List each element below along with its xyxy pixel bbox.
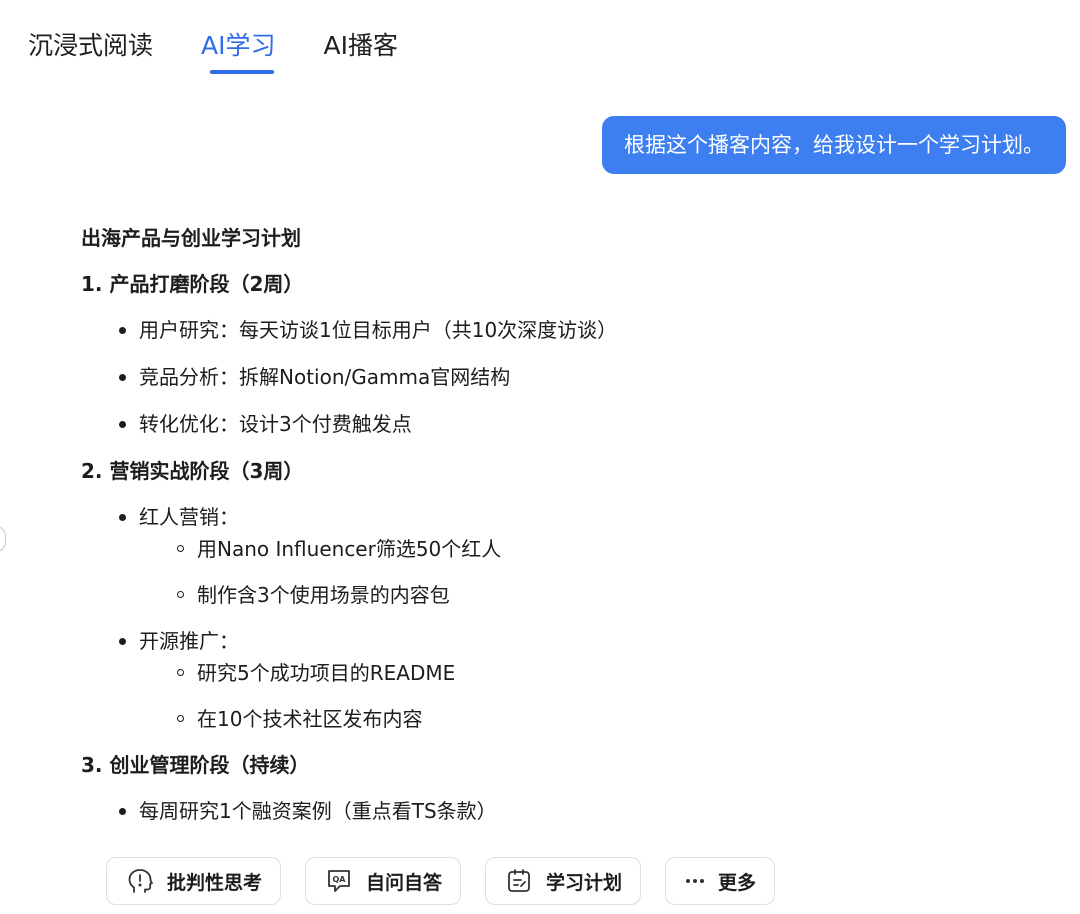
list-item: 用户研究：每天访谈1位目标用户（共10次深度访谈） bbox=[81, 316, 1041, 344]
list-item: 竞品分析：拆解Notion/Gamma官网结构 bbox=[81, 363, 1041, 391]
self-qa-button[interactable]: QA 自问自答 bbox=[305, 857, 462, 905]
sub-list-item: 在10个技术社区发布内容 bbox=[139, 705, 1041, 733]
action-label: 更多 bbox=[718, 871, 757, 894]
head-thinking-icon bbox=[125, 866, 155, 896]
list-item: 开源推广： 研究5个成功项目的README 在10个技术社区发布内容 bbox=[81, 627, 1041, 733]
section-list: 红人营销： 用Nano Influencer筛选50个红人 制作含3个使用场景的… bbox=[81, 503, 1041, 733]
more-dots-icon bbox=[684, 866, 706, 896]
list-item: 每周研究1个融资案例（重点看TS条款） bbox=[81, 797, 1041, 825]
tab-immersive-reading[interactable]: 沉浸式阅读 bbox=[28, 28, 153, 64]
list-item-text: 开源推广： bbox=[139, 629, 239, 653]
section-heading: 2. 营销实战阶段（3周） bbox=[81, 459, 304, 483]
sub-list: 研究5个成功项目的README 在10个技术社区发布内容 bbox=[139, 659, 1041, 733]
action-bar: 批判性思考 QA 自问自答 学习计划 更多 bbox=[106, 857, 776, 905]
plan-title: 出海产品与创业学习计划 bbox=[81, 226, 301, 250]
section-heading: 1. 产品打磨阶段（2周） bbox=[81, 272, 304, 296]
list-item-text: 红人营销： bbox=[139, 505, 239, 529]
action-label: 自问自答 bbox=[366, 871, 443, 894]
qa-chat-icon: QA bbox=[324, 866, 354, 896]
sub-list-item: 用Nano Influencer筛选50个红人 bbox=[139, 535, 1041, 563]
section-list: 每周研究1个融资案例（重点看TS条款） bbox=[81, 797, 1041, 825]
tab-ai-learning[interactable]: AI学习 bbox=[201, 28, 276, 74]
tab-ai-podcast[interactable]: AI播客 bbox=[324, 28, 398, 64]
plan-clipboard-icon bbox=[504, 866, 534, 896]
sub-list: 用Nano Influencer筛选50个红人 制作含3个使用场景的内容包 bbox=[139, 535, 1041, 609]
action-label: 学习计划 bbox=[546, 871, 623, 894]
section-heading: 3. 创业管理阶段（持续） bbox=[81, 753, 310, 777]
top-tabs: 沉浸式阅读 AI学习 AI播客 bbox=[28, 28, 398, 74]
section-list: 用户研究：每天访谈1位目标用户（共10次深度访谈） 竞品分析：拆解Notion/… bbox=[81, 316, 1041, 438]
svg-text:QA: QA bbox=[333, 875, 347, 884]
study-plan-button[interactable]: 学习计划 bbox=[485, 857, 642, 905]
more-button[interactable]: 更多 bbox=[665, 857, 776, 905]
assistant-response: 出海产品与创业学习计划 1. 产品打磨阶段（2周） 用户研究：每天访谈1位目标用… bbox=[81, 224, 1041, 844]
action-label: 批判性思考 bbox=[167, 871, 263, 894]
critical-thinking-button[interactable]: 批判性思考 bbox=[106, 857, 282, 905]
collapse-handle[interactable] bbox=[0, 526, 6, 552]
sub-list-item: 制作含3个使用场景的内容包 bbox=[139, 581, 1041, 609]
sub-list-item: 研究5个成功项目的README bbox=[139, 659, 1041, 687]
list-item: 红人营销： 用Nano Influencer筛选50个红人 制作含3个使用场景的… bbox=[81, 503, 1041, 609]
user-message-bubble: 根据这个播客内容，给我设计一个学习计划。 bbox=[602, 116, 1066, 174]
list-item: 转化优化：设计3个付费触发点 bbox=[81, 410, 1041, 438]
